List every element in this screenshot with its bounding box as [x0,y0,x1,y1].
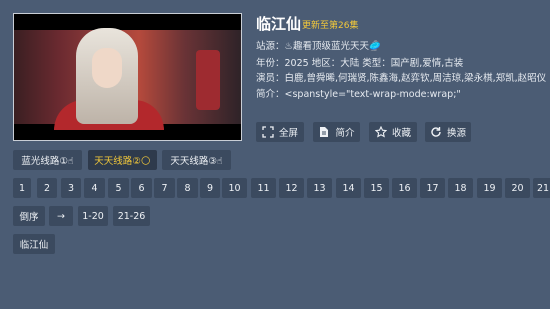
source-line: 站源：♨趣看顶级蓝光天天🥏 [256,41,381,52]
episode-9-button[interactable]: 9 [200,178,220,198]
intro-line: 简介：<spanstyle="text-wrap-mode:wrap;" [256,89,461,100]
fullscreen-icon [262,126,274,138]
arrow-icon[interactable]: → [49,206,73,226]
intro-button[interactable]: 简介 [313,122,360,142]
episode-14-button[interactable]: 14 [336,178,361,198]
episode-12-button[interactable]: 12 [279,178,304,198]
video-player[interactable] [13,13,242,141]
episode-2-button[interactable]: 2 [37,178,57,198]
range-1-20-button[interactable]: 1-20 [78,206,108,226]
update-status: 更新至第26集 [302,21,359,31]
episode-3-button[interactable]: 3 [61,178,81,198]
episode-17-button[interactable]: 17 [420,178,445,198]
document-icon [318,126,330,138]
episode-10-button[interactable]: 10 [222,178,247,198]
episode-7-button[interactable]: 7 [154,178,175,198]
episode-11-button[interactable]: 11 [251,178,276,198]
fullscreen-button[interactable]: 全屏 [256,122,304,142]
title-tag-button[interactable]: 临江仙 [13,234,55,254]
episode-15-button[interactable]: 15 [364,178,389,198]
episode-13-button[interactable]: 13 [307,178,332,198]
route-1-button[interactable]: 蓝光线路①☝ [13,150,82,170]
favorite-button[interactable]: 收藏 [369,122,417,142]
episode-6-button[interactable]: 6 [131,178,152,198]
star-icon [374,126,387,138]
route-3-button[interactable]: 天天线路③☝ [162,150,231,170]
character-face [92,48,122,88]
video-frame [14,28,241,130]
episode-8-button[interactable]: 8 [177,178,198,198]
cast-line: 演员：白鹿,曾舜晞,何瑞贤,陈鑫海,赵弈钦,周洁琼,梁永棋,郑凯,赵昭仪 [256,73,546,84]
episode-21-button[interactable]: 21 [533,178,550,198]
background-lantern [196,50,220,110]
episode-20-button[interactable]: 20 [505,178,530,198]
episode-18-button[interactable]: 18 [448,178,473,198]
episode-1-button[interactable]: 1 [13,178,31,198]
episode-19-button[interactable]: 19 [477,178,502,198]
drama-title: 临江仙 [256,15,302,33]
refresh-icon [430,126,442,138]
route-2-button[interactable]: 天天线路②🌕 [88,150,157,170]
episode-5-button[interactable]: 5 [108,178,129,198]
episode-16-button[interactable]: 16 [392,178,417,198]
sort-order-button[interactable]: 倒序 [13,206,45,226]
switch-source-button[interactable]: 换源 [425,122,471,142]
range-21-26-button[interactable]: 21-26 [113,206,150,226]
info-line: 年份：2025 地区：大陆 类型：国产剧,爱情,古装 [256,58,464,69]
episode-4-button[interactable]: 4 [84,178,105,198]
